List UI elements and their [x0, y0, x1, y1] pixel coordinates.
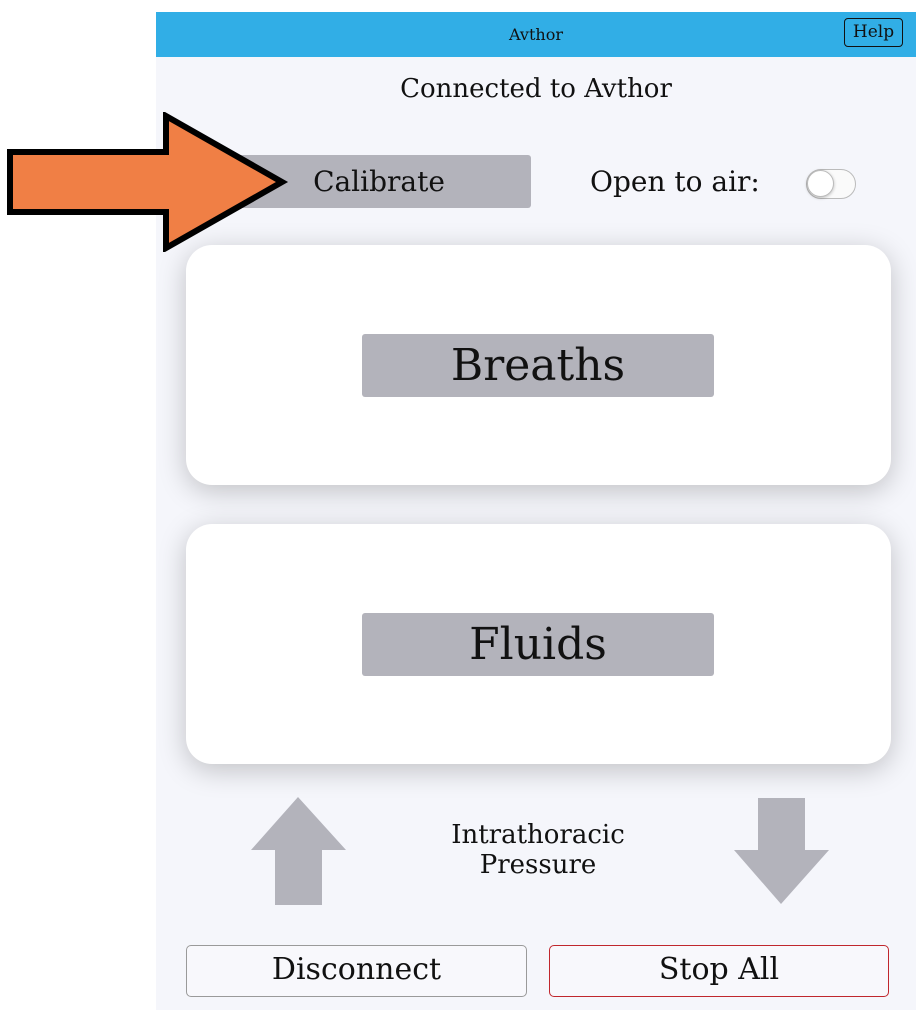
fluids-button[interactable]: Fluids — [362, 613, 714, 676]
help-button[interactable]: Help — [844, 18, 903, 47]
arrow-up-icon[interactable] — [251, 797, 346, 905]
open-to-air-toggle[interactable] — [806, 169, 856, 199]
fluids-card: Fluids — [186, 524, 891, 764]
arrow-down-icon[interactable] — [734, 798, 829, 904]
breaths-card: Breaths — [186, 245, 891, 485]
window-title: Avthor — [509, 25, 563, 44]
title-bar: Avthor Help — [156, 12, 916, 57]
callout-arrow-icon — [7, 112, 289, 252]
breaths-button[interactable]: Breaths — [362, 334, 714, 397]
toggle-knob — [807, 170, 834, 197]
connection-status: Connected to Avthor — [400, 74, 672, 104]
pressure-label-line1: Intrathoracic — [451, 820, 625, 850]
disconnect-button[interactable]: Disconnect — [186, 945, 527, 997]
intrathoracic-pressure-label: Intrathoracic Pressure — [426, 820, 650, 880]
stop-all-button[interactable]: Stop All — [549, 945, 889, 997]
pressure-label-line2: Pressure — [479, 850, 597, 880]
open-to-air-label: Open to air: — [590, 165, 760, 198]
